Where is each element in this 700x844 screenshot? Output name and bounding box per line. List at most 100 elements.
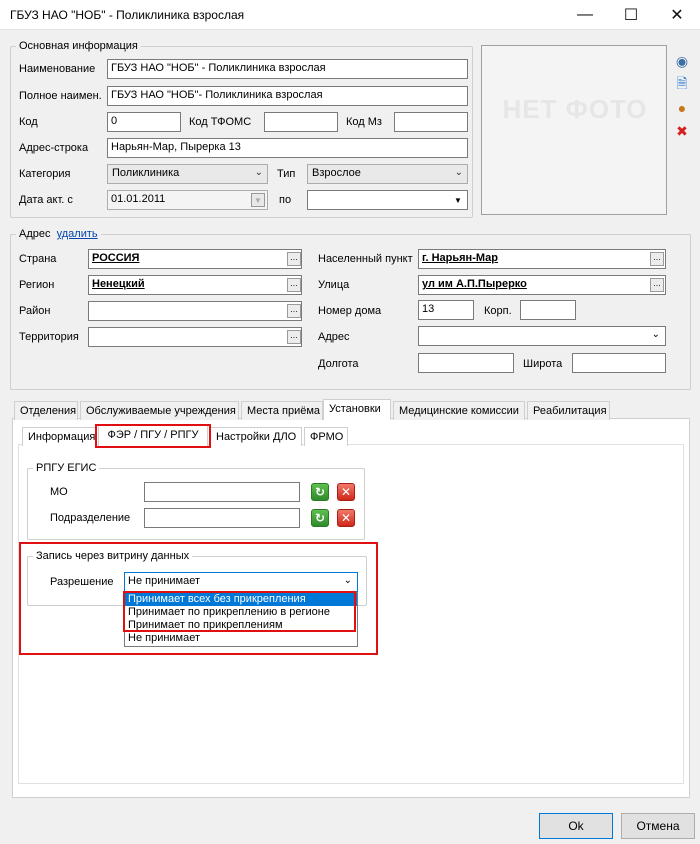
showcase-legend: Запись через витрину данных: [33, 550, 193, 562]
webcam-icon[interactable]: ◉: [673, 52, 691, 70]
chevron-down-icon: ⌄: [651, 329, 660, 340]
cancel-button[interactable]: Отмена: [621, 813, 695, 839]
type-label: Тип: [277, 168, 296, 180]
fullname-field[interactable]: ГБУЗ НАО "НОБ"- Поликлиника взрослая: [107, 86, 468, 106]
country-browse-button[interactable]: ...: [287, 252, 301, 266]
chevron-down-icon: ⌄: [343, 575, 352, 586]
tab-settings[interactable]: Установки: [323, 399, 391, 420]
dept-clear-icon[interactable]: ✕: [337, 509, 355, 527]
load-file-icon[interactable]: 🗎: [673, 75, 691, 94]
addr-label: Адрес: [318, 331, 350, 343]
street-field[interactable]: ул им А.П.Пырерко: [418, 275, 666, 295]
chevron-down-icon: ⌄: [454, 167, 463, 178]
subtab-information[interactable]: Информация: [22, 427, 96, 446]
rpgu-group: [27, 468, 365, 540]
district-browse-button[interactable]: ...: [287, 304, 301, 318]
name-field[interactable]: ГБУЗ НАО "НОБ" - Поликлиника взрослая: [107, 59, 468, 79]
date-to-field[interactable]: [307, 190, 468, 210]
to-label: по: [279, 194, 292, 206]
permission-value: Не принимает: [128, 575, 201, 587]
tfoms-label: Код ТФОМС: [189, 116, 252, 128]
tab-rehabilitation[interactable]: Реабилитация: [527, 401, 610, 420]
mz-label: Код Мз: [346, 116, 382, 128]
code-field[interactable]: 0: [107, 112, 181, 132]
type-select[interactable]: Взрослое ⌄: [307, 164, 468, 184]
address-line-label: Адрес-строка: [19, 142, 89, 154]
photo-frame: НЕТ ФОТО: [481, 45, 667, 215]
latitude-label: Широта: [523, 358, 563, 370]
category-label: Категория: [19, 168, 71, 180]
permission-label: Разрешение: [50, 576, 114, 588]
settlement-field[interactable]: г. Нарьян-Мар: [418, 249, 666, 269]
tab-reception-places[interactable]: Места приёма: [241, 401, 323, 420]
calendar-dropdown-icon[interactable]: ▼: [251, 193, 265, 207]
subtab-dlo-settings[interactable]: Настройки ДЛО: [210, 427, 302, 446]
minimize-icon[interactable]: —: [562, 0, 608, 30]
category-value: Поликлиника: [112, 167, 180, 179]
close-icon[interactable]: ✕: [654, 0, 700, 30]
tfoms-field[interactable]: [264, 112, 338, 132]
subtab-frmo[interactable]: ФРМО: [304, 427, 348, 446]
house-label: Номер дома: [318, 305, 382, 317]
region-label: Регион: [19, 279, 55, 291]
house-field[interactable]: 13: [418, 300, 474, 320]
mo-clear-icon[interactable]: ✕: [337, 483, 355, 501]
dept-field[interactable]: [144, 508, 300, 528]
korp-label: Корп.: [484, 305, 512, 317]
mo-label: МО: [50, 486, 68, 498]
settlement-browse-button[interactable]: ...: [650, 252, 664, 266]
address-legend-label: Адрес: [19, 228, 51, 240]
mo-field[interactable]: [144, 482, 300, 502]
territory-field[interactable]: [88, 327, 302, 347]
longitude-label: Долгота: [318, 358, 359, 370]
address-line-field[interactable]: Нарьян-Мар, Пырерка 13: [107, 138, 468, 158]
mz-field[interactable]: [394, 112, 468, 132]
type-value: Взрослое: [312, 167, 361, 179]
date-from-field[interactable]: 01.01.2011: [107, 190, 268, 210]
country-field[interactable]: РОССИЯ: [88, 249, 302, 269]
korp-field[interactable]: [520, 300, 576, 320]
territory-browse-button[interactable]: ...: [287, 330, 301, 344]
street-label: Улица: [318, 279, 350, 291]
no-photo-text: НЕТ ФОТО: [502, 94, 648, 124]
region-field[interactable]: Ненецкий: [88, 275, 302, 295]
longitude-field[interactable]: [418, 353, 514, 373]
option-not-accepting[interactable]: Не принимает: [125, 632, 357, 645]
palette-icon[interactable]: ●: [673, 99, 691, 117]
dept-refresh-icon[interactable]: ↻: [311, 509, 329, 527]
ok-button[interactable]: Ok: [539, 813, 613, 839]
region-browse-button[interactable]: ...: [287, 278, 301, 292]
district-label: Район: [19, 305, 51, 317]
tab-departments[interactable]: Отделения: [14, 401, 78, 420]
district-field[interactable]: [88, 301, 302, 321]
dept-label: Подразделение: [50, 512, 131, 524]
subtab-highlight: [95, 424, 211, 448]
mo-refresh-icon[interactable]: ↻: [311, 483, 329, 501]
options-highlight: [123, 591, 356, 632]
date-from-value: 01.01.2011: [111, 193, 166, 205]
tab-served-institutions[interactable]: Обслуживаемые учреждения: [80, 401, 239, 420]
calendar-dropdown-icon[interactable]: ▼: [451, 193, 465, 207]
permission-select[interactable]: Не принимает ⌄: [124, 572, 358, 592]
country-label: Страна: [19, 253, 57, 265]
address-legend: Адрес удалить: [16, 228, 101, 240]
fullname-label: Полное наимен.: [19, 90, 102, 102]
latitude-field[interactable]: [572, 353, 666, 373]
delete-address-link[interactable]: удалить: [57, 228, 98, 240]
maximize-icon[interactable]: ☐: [608, 0, 654, 30]
main-info-legend: Основная информация: [16, 40, 141, 52]
street-browse-button[interactable]: ...: [650, 278, 664, 292]
delete-photo-icon[interactable]: ✖: [673, 122, 691, 140]
rpgu-legend: РПГУ ЕГИС: [33, 462, 100, 474]
category-select[interactable]: Поликлиника ⌄: [107, 164, 268, 184]
code-label: Код: [19, 116, 38, 128]
settlement-label: Населенный пункт: [318, 253, 413, 265]
territory-label: Территория: [19, 331, 79, 343]
title-bar: ГБУЗ НАО "НОБ" - Поликлиника взрослая — …: [0, 0, 700, 30]
date-label: Дата акт. с: [19, 194, 73, 206]
addr-select[interactable]: ⌄: [418, 326, 666, 346]
tab-medical-commissions[interactable]: Медицинские комиссии: [393, 401, 525, 420]
name-label: Наименование: [19, 63, 96, 75]
chevron-down-icon: ⌄: [254, 167, 263, 178]
window-title: ГБУЗ НАО "НОБ" - Поликлиника взрослая: [10, 8, 245, 22]
